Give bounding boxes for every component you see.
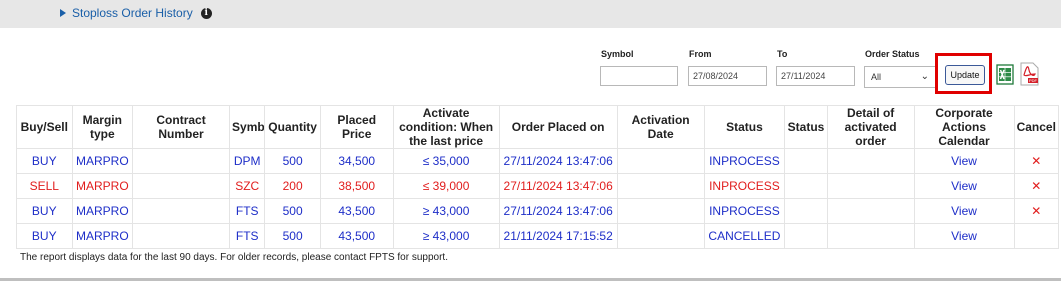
cell-activation-date xyxy=(616,223,705,249)
cell-status: CANCELLED xyxy=(703,223,786,249)
cell-contract-number xyxy=(132,223,231,249)
cell-quantity: 200 xyxy=(264,173,321,199)
header-detail-activated-order: Detail of activated order xyxy=(826,105,915,149)
to-date-input[interactable] xyxy=(776,66,855,86)
update-button[interactable]: Update xyxy=(945,65,985,85)
cell-status: INPROCESS xyxy=(703,198,786,224)
table-row: SELL MARPRO SZC 200 38,500 ≤ 39,000 27/1… xyxy=(16,173,1059,199)
pdf-export-icon[interactable]: PDF xyxy=(1019,62,1039,86)
header-status: Status xyxy=(703,105,786,149)
header-corporate-actions-calendar: Corporate Actions Calendar xyxy=(913,105,1015,149)
cell-activation-date xyxy=(616,148,705,174)
header-symbol: Symbol xyxy=(229,105,266,149)
cell-margin-type: MARPRO xyxy=(71,223,134,249)
pdf-icon-label: PDF xyxy=(1029,78,1038,83)
symbol-input[interactable] xyxy=(600,66,678,86)
cell-margin-type: MARPRO xyxy=(71,148,134,174)
cell-activate-condition: ≤ 35,000 xyxy=(392,148,500,174)
stoploss-orders-table: Buy/Sell Margin type Contract Number Sym… xyxy=(16,105,1059,249)
cell-detail-activated-order xyxy=(826,173,915,199)
cell-status: INPROCESS xyxy=(703,148,786,174)
cell-detail-activated-order xyxy=(826,198,915,224)
excel-export-icon[interactable] xyxy=(996,64,1014,85)
cell-contract-number xyxy=(132,148,231,174)
cancel-cell-empty xyxy=(1013,223,1059,249)
cell-status-2 xyxy=(784,148,828,174)
order-status-value: All xyxy=(871,72,882,82)
from-label: From xyxy=(689,49,712,59)
cell-status-2 xyxy=(784,223,828,249)
chevron-down-icon: ⌄ xyxy=(920,71,929,82)
cell-buy-sell: SELL xyxy=(16,173,73,199)
cell-detail-activated-order xyxy=(826,223,915,249)
cell-symbol: SZC xyxy=(229,173,266,199)
history-bar: Stoploss Order History i xyxy=(0,0,1061,28)
view-calendar-link[interactable]: View xyxy=(913,198,1015,224)
order-status-select[interactable]: All ⌄ xyxy=(864,66,936,88)
cancel-x-icon[interactable]: ✕ xyxy=(1013,198,1059,224)
cell-quantity: 500 xyxy=(264,198,321,224)
cell-buy-sell: BUY xyxy=(16,148,73,174)
header-cancel: Cancel xyxy=(1013,105,1059,149)
cell-quantity: 500 xyxy=(264,148,321,174)
order-status-label: Order Status xyxy=(865,49,920,59)
cell-status-2 xyxy=(784,173,828,199)
view-calendar-link[interactable]: View xyxy=(913,223,1015,249)
cell-order-placed-on: 21/11/2024 17:15:52 xyxy=(498,223,618,249)
header-quantity: Quantity xyxy=(264,105,321,149)
cancel-x-icon[interactable]: ✕ xyxy=(1013,148,1059,174)
table-row: BUY MARPRO DPM 500 34,500 ≤ 35,000 27/11… xyxy=(16,148,1059,174)
info-icon[interactable]: i xyxy=(200,7,212,19)
cell-status-2 xyxy=(784,198,828,224)
table-row: BUY MARPRO FTS 500 43,500 ≥ 43,000 21/11… xyxy=(16,223,1059,249)
header-status-2: Status xyxy=(784,105,828,149)
cell-activate-condition: ≤ 39,000 xyxy=(392,173,500,199)
cell-buy-sell: BUY xyxy=(16,198,73,224)
cell-placed-price: 43,500 xyxy=(319,198,394,224)
cell-activate-condition: ≥ 43,000 xyxy=(392,223,500,249)
expand-triangle-icon xyxy=(60,9,66,17)
cell-symbol: FTS xyxy=(229,223,266,249)
table-header-row: Buy/Sell Margin type Contract Number Sym… xyxy=(16,105,1059,149)
cell-symbol: FTS xyxy=(229,198,266,224)
cell-placed-price: 43,500 xyxy=(319,223,394,249)
to-label: To xyxy=(777,49,788,59)
stoploss-history-toggle[interactable]: Stoploss Order History i xyxy=(60,6,212,20)
cell-placed-price: 34,500 xyxy=(319,148,394,174)
cell-activation-date xyxy=(616,198,705,224)
header-margin-type: Margin type xyxy=(71,105,134,149)
cell-detail-activated-order xyxy=(826,148,915,174)
cell-margin-type: MARPRO xyxy=(71,173,134,199)
cell-contract-number xyxy=(132,198,231,224)
cell-status: INPROCESS xyxy=(703,173,786,199)
cell-margin-type: MARPRO xyxy=(71,198,134,224)
footer-note: The report displays data for the last 90… xyxy=(20,252,448,263)
from-date-input[interactable] xyxy=(688,66,767,86)
header-order-placed-on: Order Placed on xyxy=(498,105,618,149)
cell-order-placed-on: 27/11/2024 13:47:06 xyxy=(498,173,618,199)
cell-activate-condition: ≥ 43,000 xyxy=(392,198,500,224)
cell-activation-date xyxy=(616,173,705,199)
cell-contract-number xyxy=(132,173,231,199)
cell-order-placed-on: 27/11/2024 13:47:06 xyxy=(498,198,618,224)
cell-symbol: DPM xyxy=(229,148,266,174)
view-calendar-link[interactable]: View xyxy=(913,173,1015,199)
view-calendar-link[interactable]: View xyxy=(913,148,1015,174)
cell-placed-price: 38,500 xyxy=(319,173,394,199)
table-row: BUY MARPRO FTS 500 43,500 ≥ 43,000 27/11… xyxy=(16,198,1059,224)
cell-quantity: 500 xyxy=(264,223,321,249)
cancel-x-icon[interactable]: ✕ xyxy=(1013,173,1059,199)
header-activation-date: Activation Date xyxy=(616,105,705,149)
header-activate-condition: Activate condition: When the last price xyxy=(392,105,500,149)
cell-order-placed-on: 27/11/2024 13:47:06 xyxy=(498,148,618,174)
stoploss-history-label: Stoploss Order History xyxy=(72,6,193,20)
header-buy-sell: Buy/Sell xyxy=(16,105,73,149)
symbol-label: Symbol xyxy=(601,49,634,59)
header-contract-number: Contract Number xyxy=(132,105,231,149)
header-placed-price: Placed Price xyxy=(319,105,394,149)
cell-buy-sell: BUY xyxy=(16,223,73,249)
